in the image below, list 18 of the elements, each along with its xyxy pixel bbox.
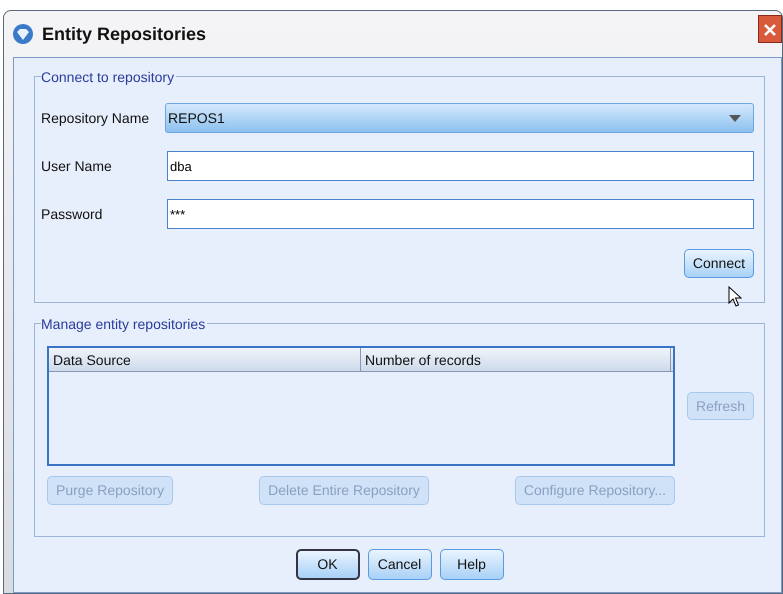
input-field[interactable]: *** [167, 199, 754, 229]
cursor-icon [728, 286, 742, 308]
dropdown-arrow-icon [729, 114, 741, 122]
column-header[interactable]: Data Source [49, 348, 361, 371]
window-title: Entity Repositories [42, 22, 206, 46]
field-label: Password [41, 204, 104, 224]
field-label: User Name [41, 156, 113, 176]
dialog-button[interactable]: Cancel [368, 549, 432, 580]
close-icon[interactable] [758, 15, 782, 43]
dialog-button[interactable]: OK [296, 549, 360, 580]
dropdown-value: REPOS1 [168, 108, 225, 128]
column-header[interactable]: Number of records [361, 348, 671, 371]
connect-button[interactable]: Connect [684, 249, 754, 278]
dialog-button[interactable]: Help [440, 549, 504, 580]
repository-dropdown[interactable]: REPOS1 [165, 103, 754, 133]
app-icon [12, 23, 34, 45]
field-label: Repository Name [41, 108, 150, 128]
input-field[interactable]: dba [167, 151, 754, 181]
